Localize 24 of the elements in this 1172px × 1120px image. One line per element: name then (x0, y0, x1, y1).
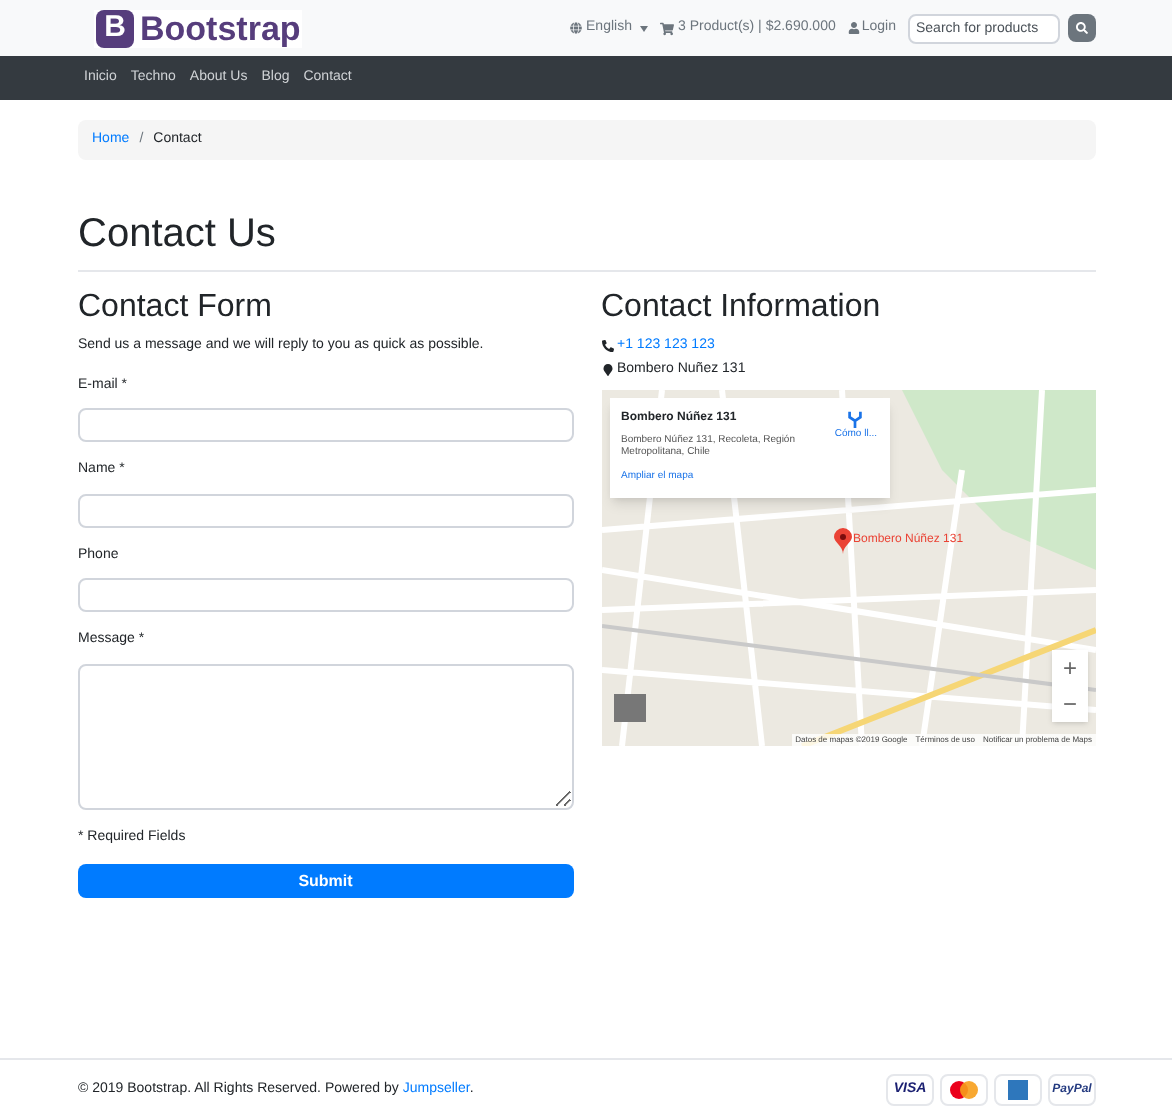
directions-icon (846, 410, 865, 428)
cart-icon (659, 21, 674, 35)
input-field[interactable] (78, 408, 573, 442)
mastercard-logo (940, 1074, 988, 1106)
map-pin-icon (833, 528, 851, 554)
zoom-in-button[interactable]: + (1052, 650, 1088, 686)
input-field[interactable] (78, 578, 573, 612)
page-title: Contact Us (78, 210, 278, 258)
globe-icon (570, 22, 583, 34)
map-marker-icon (601, 363, 613, 376)
user-icon (847, 22, 860, 34)
section-title: Contact Form (78, 288, 274, 328)
message-textarea[interactable] (78, 663, 573, 809)
search-icon (1076, 22, 1088, 34)
street-view-thumbnail[interactable] (613, 694, 645, 722)
logo-badge[interactable]: B (96, 9, 134, 47)
search-button[interactable] (1068, 14, 1096, 42)
logo-text[interactable]: Bootstrap (140, 11, 301, 45)
phone-icon (601, 340, 613, 353)
zoom-out-button[interactable]: − (1052, 686, 1088, 722)
amex-card-logo (994, 1074, 1042, 1106)
section-title: Contact Information (601, 288, 883, 328)
input-field[interactable] (78, 493, 573, 527)
submit-button[interactable]: Submit (78, 864, 573, 898)
